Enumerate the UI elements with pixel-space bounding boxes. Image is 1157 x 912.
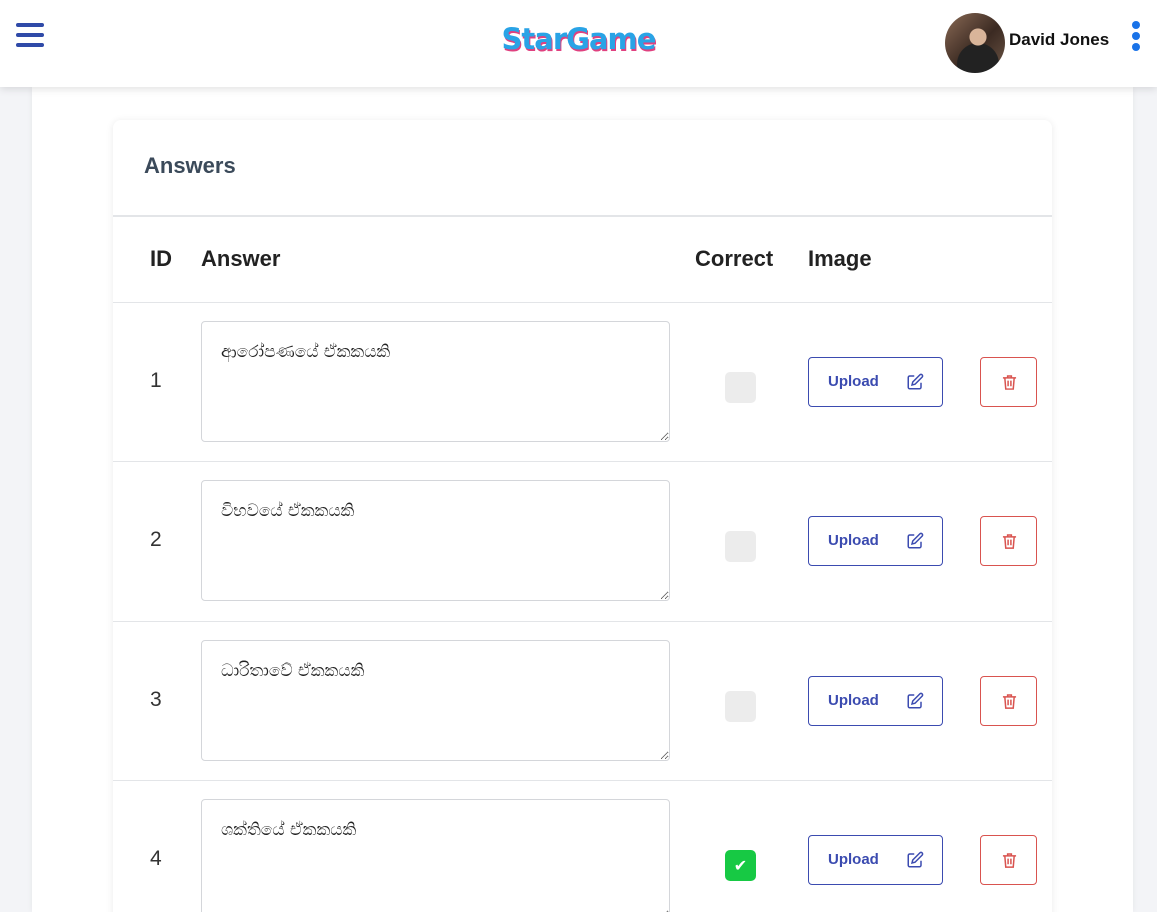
answer-id: 2 <box>150 528 162 551</box>
delete-answer-button[interactable] <box>980 357 1037 407</box>
trash-icon <box>1002 375 1017 390</box>
kebab-dot <box>1132 21 1140 29</box>
edit-icon <box>907 851 924 868</box>
user-avatar[interactable] <box>945 13 1005 73</box>
kebab-dot <box>1132 32 1140 40</box>
table-row: 1 ආරෝපණයේ ඒකකයකි Upload <box>113 302 1052 462</box>
correct-checkbox[interactable] <box>725 691 756 722</box>
trash-icon <box>1002 853 1017 868</box>
edit-icon <box>907 532 924 549</box>
column-header-image: Image <box>808 246 872 271</box>
upload-label: Upload <box>828 373 879 390</box>
checkmark-icon: ✔ <box>733 856 748 875</box>
card-title: Answers <box>144 153 236 178</box>
trash-icon <box>1002 534 1017 549</box>
edit-icon <box>907 373 924 390</box>
delete-answer-button[interactable] <box>980 516 1037 566</box>
upload-label: Upload <box>828 851 879 868</box>
upload-image-button[interactable]: Upload <box>808 357 943 407</box>
top-navbar: StarGame David Jones <box>0 0 1157 87</box>
upload-image-button[interactable]: Upload <box>808 835 943 885</box>
upload-image-button[interactable]: Upload <box>808 676 943 726</box>
answer-textarea[interactable]: විභවයේ ඒකකයකි <box>201 480 670 601</box>
kebab-dot <box>1132 43 1140 51</box>
upload-label: Upload <box>828 692 879 709</box>
correct-checkbox[interactable] <box>725 531 756 562</box>
column-header-answer: Answer <box>201 246 281 271</box>
edit-icon <box>907 692 924 709</box>
trash-icon <box>1002 694 1017 709</box>
answers-card: Answers ID Answer Correct Image 1 ආරෝපණය… <box>113 120 1052 912</box>
delete-answer-button[interactable] <box>980 835 1037 885</box>
correct-checkbox[interactable]: ✔ <box>725 850 756 881</box>
upload-label: Upload <box>828 532 879 549</box>
column-header-correct: Correct <box>695 246 774 271</box>
divider <box>113 215 1052 217</box>
answer-id: 4 <box>150 847 162 870</box>
answer-textarea[interactable]: ආරෝපණයේ ඒකකයකි <box>201 321 670 442</box>
table-row: 4 ශක්තියේ ඒකකයකි ✔ Upload <box>113 780 1052 912</box>
answer-textarea[interactable]: ශක්තියේ ඒකකයකි <box>201 799 670 912</box>
upload-image-button[interactable]: Upload <box>808 516 943 566</box>
table-row: 3 ධාරිතාවේ ඒකකයකි Upload <box>113 621 1052 781</box>
user-name[interactable]: David Jones <box>1009 30 1109 50</box>
table-row: 2 විභවයේ ඒකකයකි Upload <box>113 461 1052 621</box>
correct-checkbox[interactable] <box>725 372 756 403</box>
answer-textarea[interactable]: ධාරිතාවේ ඒකකයකි <box>201 640 670 761</box>
answer-id: 1 <box>150 369 162 392</box>
answer-id: 3 <box>150 688 162 711</box>
more-options-icon[interactable] <box>1131 21 1141 51</box>
delete-answer-button[interactable] <box>980 676 1037 726</box>
column-header-id: ID <box>150 246 172 271</box>
